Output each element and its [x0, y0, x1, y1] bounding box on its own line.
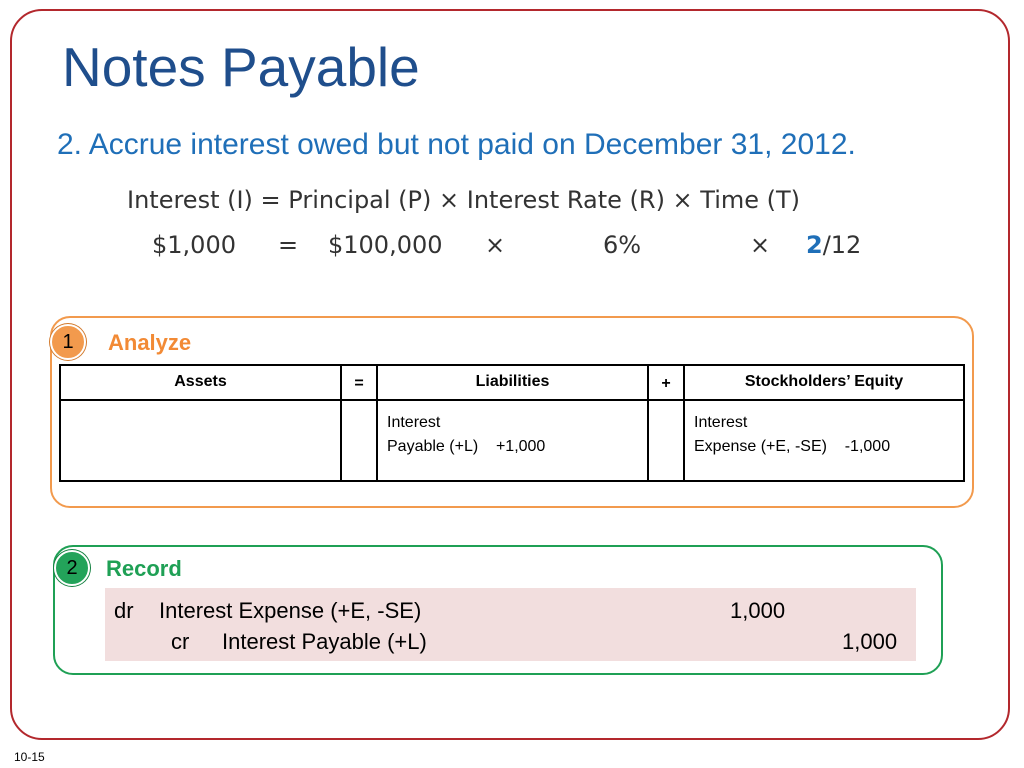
- debit-account: Interest Expense (+E, -SE): [159, 598, 422, 623]
- formula-times-1: ×: [485, 231, 506, 259]
- record-label: Record: [106, 556, 182, 581]
- liabilities-entry-line-1: Interest: [387, 414, 441, 431]
- formula-times-2: ×: [750, 231, 771, 259]
- accounting-equation-table: Assets = Liabilities + Stockholders’ Equ…: [59, 364, 965, 482]
- formula-time-highlight: 2: [806, 231, 823, 259]
- formula-line-1: Interest (I) = Principal (P) × Interest …: [127, 186, 801, 214]
- liabilities-entry-line-2: Payable (+L) +1,000: [387, 438, 546, 455]
- header-equals: =: [354, 375, 364, 392]
- formula-equals: =: [278, 231, 299, 259]
- credit-prefix: cr: [171, 629, 190, 654]
- formula-principal-value: $100,000: [328, 231, 443, 259]
- header-plus: +: [661, 375, 671, 392]
- header-equity: Stockholders’ Equity: [744, 373, 904, 390]
- formula-time-value: 2/12: [806, 233, 861, 257]
- credit-account: Interest Payable (+L): [222, 629, 427, 654]
- slide-subtitle: 2. Accrue interest owed but not paid on …: [57, 128, 856, 161]
- equity-entry-line-1: Interest: [694, 414, 748, 431]
- equity-entry: Interest Expense (+E, -SE) -1,000: [694, 411, 890, 459]
- analyze-step-badge: 1: [50, 324, 86, 360]
- formula-time-rest: /12: [822, 231, 862, 259]
- page-number: 10-15: [14, 750, 45, 764]
- table-header-divider: [61, 399, 963, 401]
- header-assets: Assets: [174, 373, 227, 390]
- header-liabilities: Liabilities: [475, 373, 550, 390]
- analyze-label: Analyze: [108, 330, 192, 355]
- formula-rate-value: 6%: [603, 231, 642, 259]
- credit-amount: 1,000: [842, 629, 898, 654]
- equity-entry-line-2: Expense (+E, -SE) -1,000: [694, 438, 891, 455]
- record-step-badge: 2: [54, 550, 90, 586]
- formula-interest-value: $1,000: [152, 231, 236, 259]
- liabilities-entry: Interest Payable (+L) +1,000: [387, 411, 545, 459]
- debit-prefix: dr: [114, 598, 134, 623]
- debit-amount: 1,000: [730, 598, 786, 623]
- slide-title: Notes Payable: [62, 36, 420, 98]
